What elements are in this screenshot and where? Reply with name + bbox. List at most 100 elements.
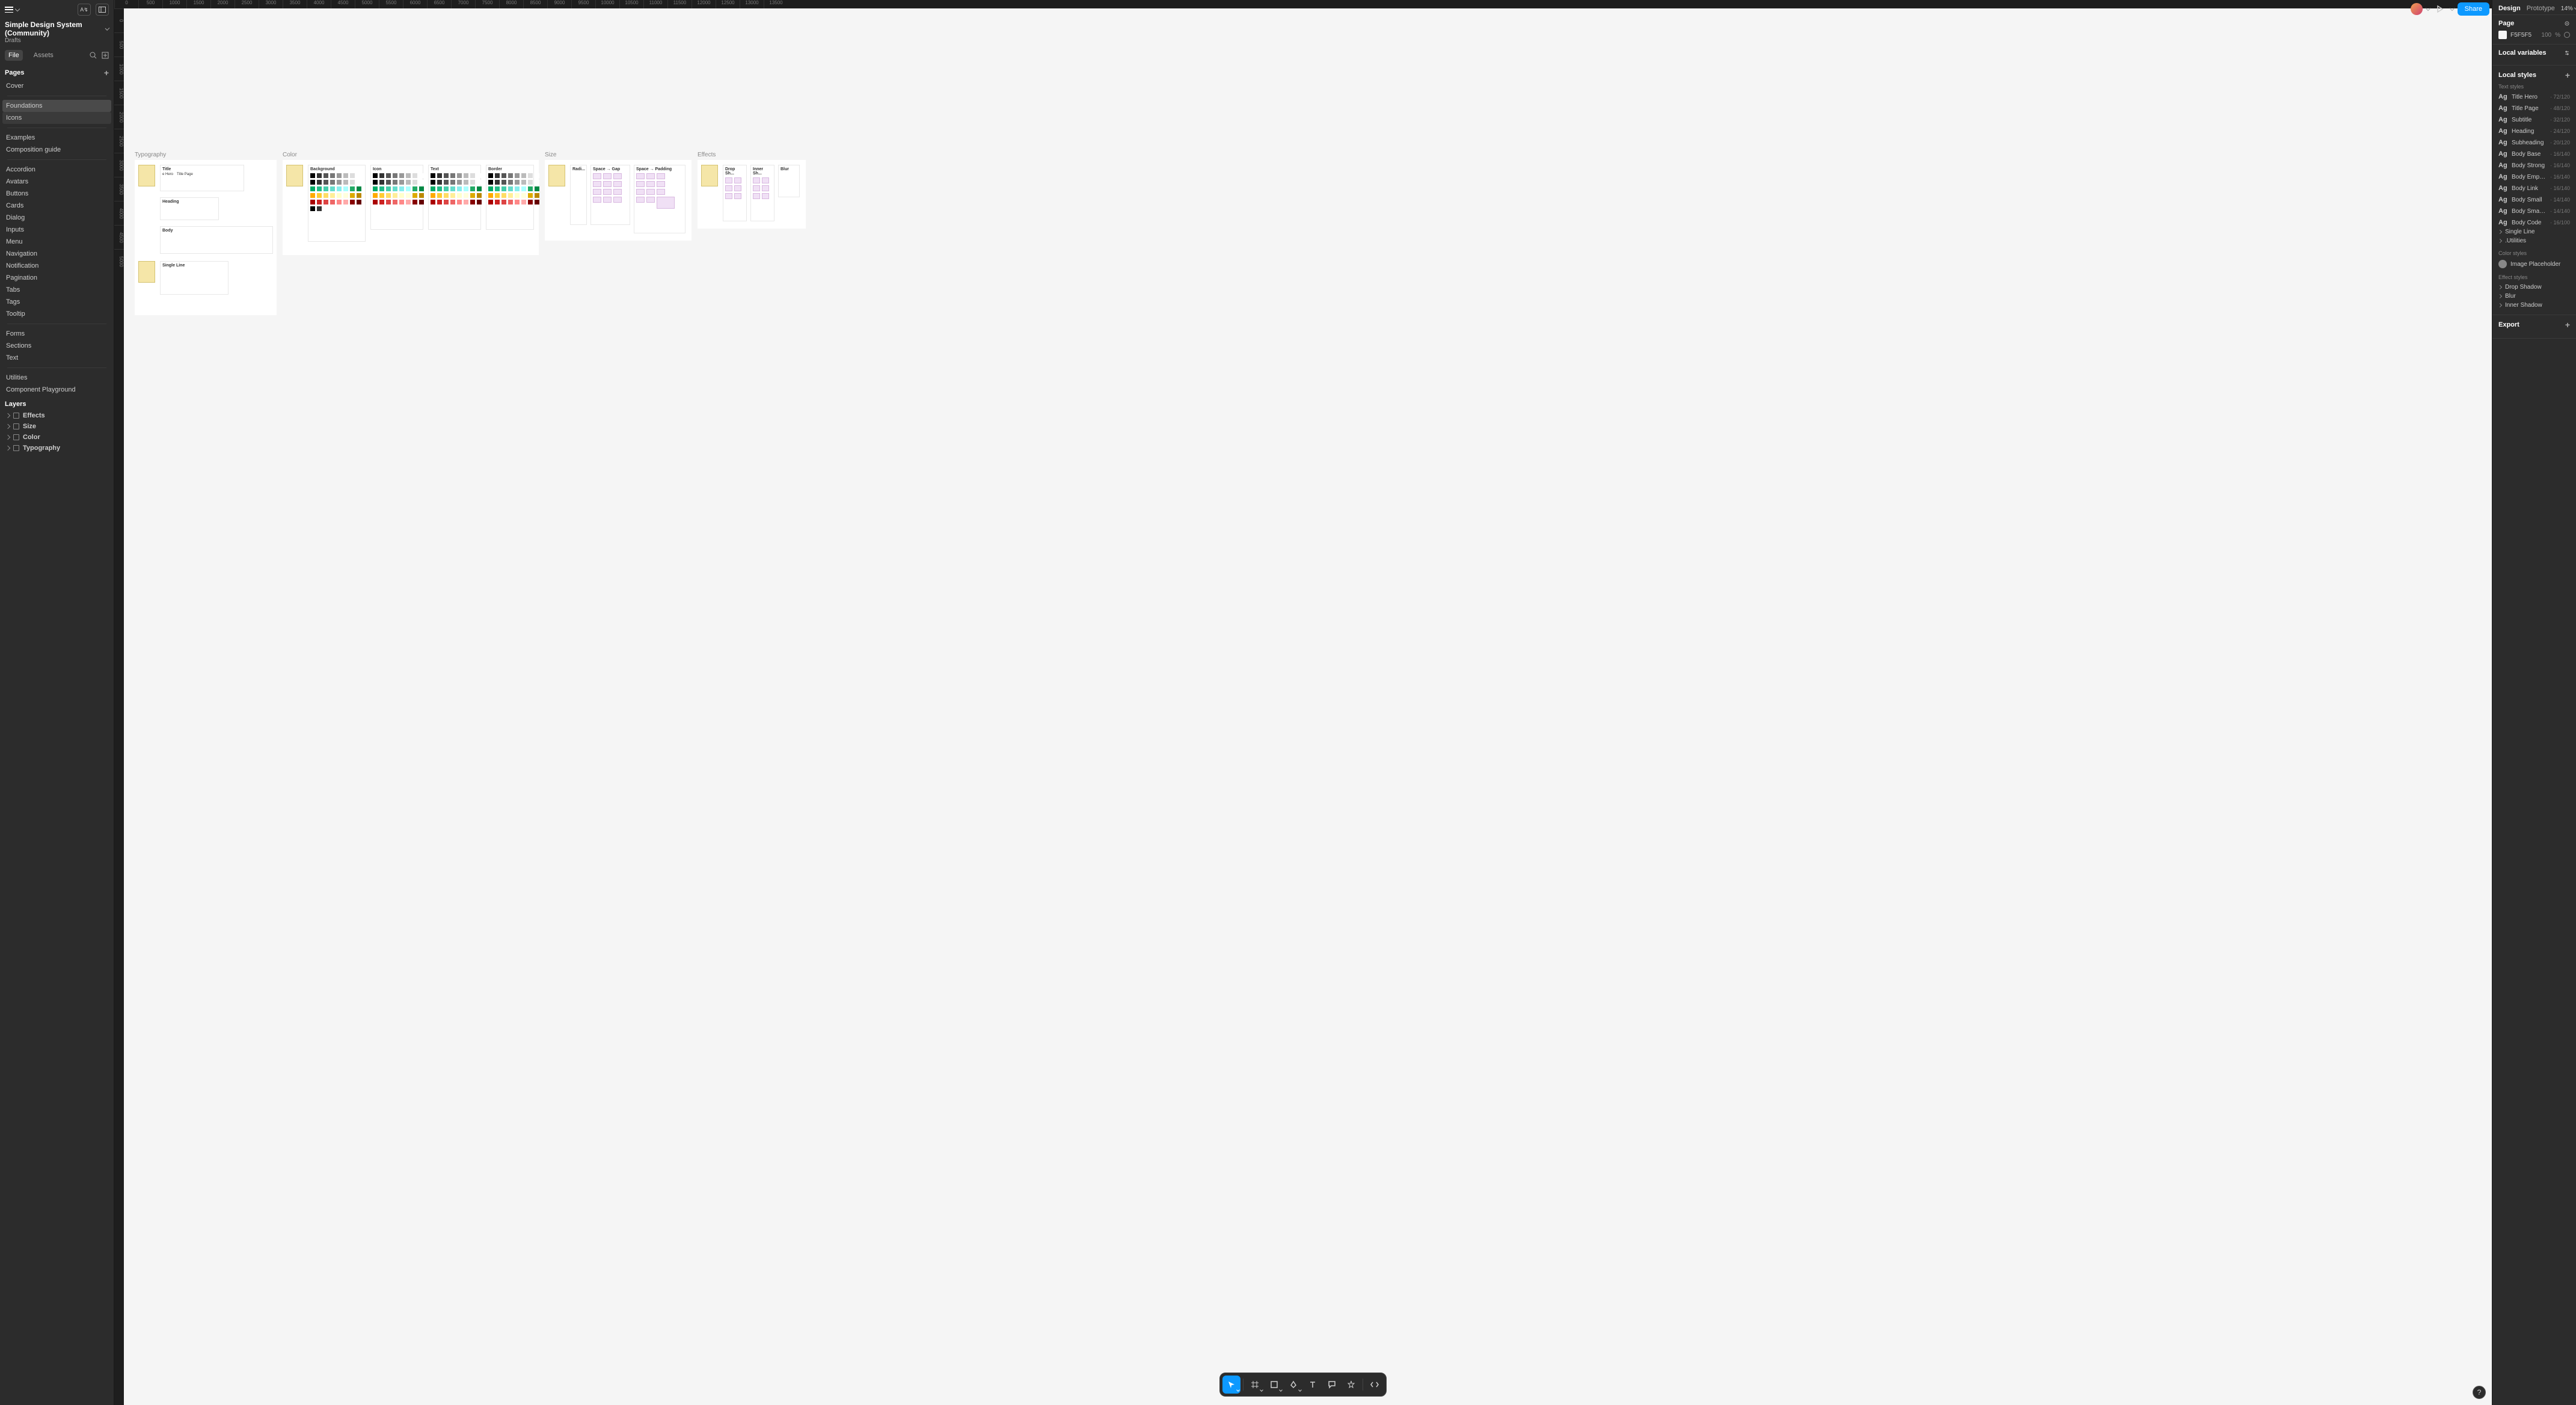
- effect-style-blur[interactable]: Blur: [2498, 292, 2570, 301]
- layer-typography[interactable]: Typography: [0, 443, 114, 453]
- canvas[interactable]: Typography Title e Hero Title Page Headi…: [124, 8, 2492, 1405]
- tab-prototype[interactable]: Prototype: [2527, 5, 2555, 12]
- page-foundations[interactable]: Foundations: [2, 100, 111, 112]
- layer-color[interactable]: Color: [0, 432, 114, 443]
- page-menu[interactable]: Menu: [2, 236, 111, 248]
- effect-style-drop-shadow[interactable]: Drop Shadow: [2498, 283, 2570, 292]
- page-icons[interactable]: Icons: [2, 112, 111, 124]
- move-tool[interactable]: [1222, 1376, 1240, 1394]
- add-export-button[interactable]: +: [2565, 320, 2570, 330]
- main-menu-button[interactable]: [5, 5, 19, 14]
- text-style-item[interactable]: AgTitle Page · 48/120: [2498, 103, 2570, 113]
- comment-tool[interactable]: [1323, 1376, 1341, 1394]
- dev-mode-toggle[interactable]: [1366, 1376, 1384, 1394]
- page-cover[interactable]: Cover: [2, 80, 111, 92]
- text-style-item[interactable]: AgTitle Hero · 72/120: [2498, 92, 2570, 102]
- sticky-note[interactable]: [286, 165, 303, 186]
- tab-design[interactable]: Design: [2498, 5, 2521, 12]
- pages-header: Pages: [5, 69, 24, 76]
- project-location[interactable]: Drafts: [0, 37, 114, 48]
- avatar[interactable]: [2411, 3, 2423, 15]
- add-page-button[interactable]: +: [104, 68, 109, 78]
- page-navigation[interactable]: Navigation: [2, 248, 111, 260]
- page-dialog[interactable]: Dialog: [2, 212, 111, 224]
- variables-settings-icon[interactable]: [2564, 50, 2570, 56]
- style-group-utilities[interactable]: .Utilities: [2498, 236, 2570, 245]
- project-title[interactable]: Simple Design System (Community): [0, 19, 114, 37]
- text-style-item[interactable]: AgBody Small Strong · 14/140: [2498, 206, 2570, 216]
- bg-opacity-value[interactable]: 100: [2541, 32, 2551, 38]
- sticky-note[interactable]: [701, 165, 718, 186]
- text-style-item[interactable]: AgBody Code · 16/100: [2498, 218, 2570, 227]
- page-composition-guide[interactable]: Composition guide: [2, 144, 111, 156]
- sticky-note[interactable]: [138, 261, 155, 283]
- sticky-note[interactable]: [138, 165, 155, 186]
- add-style-button[interactable]: +: [2565, 70, 2570, 80]
- page-utilities[interactable]: Utilities: [2, 372, 111, 384]
- page-sections[interactable]: Sections: [2, 340, 111, 352]
- layer-size[interactable]: Size: [0, 421, 114, 432]
- text-tool[interactable]: [1304, 1376, 1322, 1394]
- bg-hex-value[interactable]: F5F5F5: [2510, 32, 2538, 38]
- card-single-line: Single Line: [162, 263, 226, 268]
- frame-label-size[interactable]: Size: [545, 152, 556, 158]
- present-button[interactable]: [2433, 2, 2447, 16]
- page-notification[interactable]: Notification: [2, 260, 111, 272]
- frame-label-color[interactable]: Color: [283, 152, 297, 158]
- page-forms[interactable]: Forms: [2, 328, 111, 340]
- layer-effects[interactable]: Effects: [0, 410, 114, 421]
- canvas-area[interactable]: 0500100015002000250030003500400045005000…: [114, 0, 2492, 1405]
- frame-tool[interactable]: [1246, 1376, 1264, 1394]
- tab-assets[interactable]: Assets: [30, 50, 57, 61]
- page-pagination[interactable]: Pagination: [2, 272, 111, 284]
- chevron-down-icon[interactable]: [2449, 6, 2454, 11]
- toolbar: [1219, 1373, 1387, 1397]
- card-blur: Blur: [780, 167, 797, 171]
- pen-tool[interactable]: [1284, 1376, 1302, 1394]
- layers-header: Layers: [0, 396, 114, 410]
- share-button[interactable]: Share: [2458, 2, 2489, 16]
- text-style-item[interactable]: AgHeading · 24/120: [2498, 126, 2570, 136]
- effect-style-inner-shadow[interactable]: Inner Shadow: [2498, 301, 2570, 310]
- zoom-control[interactable]: 14%: [2561, 5, 2576, 12]
- page-inputs[interactable]: Inputs: [2, 224, 111, 236]
- help-button[interactable]: ?: [2473, 1386, 2486, 1399]
- text-style-item[interactable]: AgBody Emphasis · 16/140: [2498, 172, 2570, 182]
- text-style-item[interactable]: AgSubtitle · 32/120: [2498, 115, 2570, 125]
- page-tooltip[interactable]: Tooltip: [2, 308, 111, 320]
- tab-file[interactable]: File: [5, 50, 23, 61]
- panel-toggle-button[interactable]: [96, 4, 109, 16]
- text-style-item[interactable]: AgBody Link · 16/140: [2498, 183, 2570, 193]
- page-buttons[interactable]: Buttons: [2, 188, 111, 200]
- sticky-note[interactable]: [548, 165, 565, 186]
- text-style-item[interactable]: AgSubheading · 20/120: [2498, 138, 2570, 147]
- actions-tool[interactable]: [1342, 1376, 1360, 1394]
- card-title: Title: [162, 167, 242, 171]
- color-style-image-placeholder[interactable]: Image Placeholder: [2498, 259, 2570, 269]
- visibility-toggle-icon[interactable]: [2564, 32, 2570, 38]
- chevron-down-icon[interactable]: [2425, 6, 2430, 11]
- add-component-icon[interactable]: [102, 52, 109, 59]
- text-style-item[interactable]: AgBody Base · 16/140: [2498, 149, 2570, 159]
- settings-icon[interactable]: [2564, 20, 2570, 26]
- page-accordion[interactable]: Accordion: [2, 164, 111, 176]
- card-background: Background: [310, 167, 363, 171]
- shape-tool[interactable]: [1265, 1376, 1283, 1394]
- frame-label-effects[interactable]: Effects: [698, 152, 716, 158]
- style-group-single-line[interactable]: Single Line: [2498, 227, 2570, 236]
- search-icon[interactable]: [90, 52, 97, 59]
- text-style-item[interactable]: AgBody Small · 14/140: [2498, 195, 2570, 204]
- bg-color-swatch[interactable]: [2498, 31, 2507, 39]
- page-avatars[interactable]: Avatars: [2, 176, 111, 188]
- page-examples[interactable]: Examples: [2, 132, 111, 144]
- page-tabs[interactable]: Tabs: [2, 284, 111, 296]
- ai-button[interactable]: A↯: [78, 4, 91, 16]
- page-text[interactable]: Text: [2, 352, 111, 364]
- frame-label-typography[interactable]: Typography: [135, 152, 166, 158]
- page-component-playground[interactable]: Component Playground: [2, 384, 111, 396]
- right-sidebar: Design Prototype 14% Page F5F5F5 100 %: [2492, 0, 2576, 1405]
- divider: [7, 159, 106, 160]
- page-tags[interactable]: Tags: [2, 296, 111, 308]
- text-style-item[interactable]: AgBody Strong · 16/140: [2498, 161, 2570, 170]
- page-cards[interactable]: Cards: [2, 200, 111, 212]
